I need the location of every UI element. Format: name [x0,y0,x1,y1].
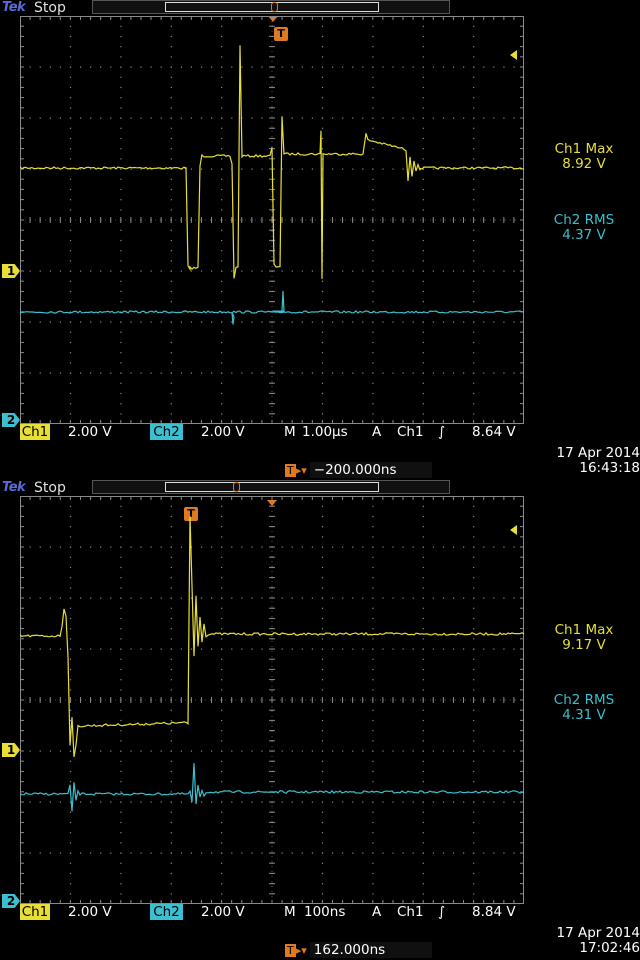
scope-capture-2: Tek Stop T 1 2 Ch1 Max 9.17 V Ch2 RMS 4.… [0,480,640,960]
ch2-badge: Ch2 [150,904,183,920]
trigger-icon: T [285,943,296,957]
settings-bar: Ch1 2.00 V Ch2 2.00 V M 100ns A Ch1 ∫ 8.… [20,904,524,920]
trigger-level-icon [510,50,517,60]
timebase: 1.00µs [302,424,348,440]
trigger-source: Ch1 [397,904,424,920]
capture-time: 17:02:46 [579,940,640,956]
measurement-ch2-rms: Ch2 RMS 4.31 V [528,693,640,723]
run-state: Stop [34,0,66,16]
grid [20,496,524,904]
trigger-mode: A [372,424,382,440]
record-view-window [165,482,379,492]
arrow-icon: ▸▾ [295,944,307,957]
ch1-scale: 2.00 V [68,424,112,440]
trigger-level: 8.64 V [472,424,516,440]
measurement-name: Ch1 Max [554,141,614,157]
timebase: 100ns [304,904,346,920]
timebase-prefix: M [284,904,296,920]
brand-logo: Tek [2,0,26,15]
measurement-value: 8.92 V [562,156,606,172]
ch2-ground-marker: 2 [2,413,20,427]
capture-date: 17 Apr 2014 [556,925,640,941]
capture-date: 17 Apr 2014 [556,445,640,461]
settings-bar: Ch1 2.00 V Ch2 2.00 V M 1.00µs A Ch1 ∫ 8… [20,424,524,440]
ch2-badge: Ch2 [150,424,183,440]
status-bar: Tek Stop [0,480,640,496]
ch1-ground-marker: 1 [2,743,20,757]
status-bar: Tek Stop [0,0,640,16]
ch2-ground-marker: 2 [2,894,20,908]
trigger-level: 8.84 V [472,904,516,920]
capture-timestamp: 17 Apr 2014 16:43:18 [528,446,640,476]
trigger-position-value: 162.000ns [309,942,432,958]
record-trigger-marker [271,2,278,12]
ch2-scale: 2.00 V [201,424,245,440]
capture-timestamp: 17 Apr 2014 17:02:46 [528,926,640,956]
trigger-position: T ▸▾ 162.000ns [285,942,432,958]
trigger-slope-icon: ∫ [438,904,446,920]
measurement-value: 4.37 V [562,227,606,243]
arrow-icon: ▸▾ [295,464,307,477]
measurement-name: Ch2 RMS [553,692,615,708]
ch2-scale: 2.00 V [201,904,245,920]
record-length-bar [92,0,450,14]
measurement-value: 9.17 V [562,637,606,653]
trigger-icon: T [285,463,296,477]
timebase-prefix: M [284,424,296,440]
scope-capture-1: Tek Stop T 1 2 Ch1 Max 8.92 V Ch2 RMS 4.… [0,0,640,480]
ch1-badge: Ch1 [20,424,50,440]
graticule [20,16,524,424]
brand-logo: Tek [2,480,26,495]
measurement-name: Ch2 RMS [553,212,615,228]
ch1-scale: 2.00 V [68,904,112,920]
trigger-mode: A [372,904,382,920]
ch1-waveform [20,45,524,279]
ch1-ground-marker: 1 [2,264,20,278]
trigger-slope-icon: ∫ [438,424,446,440]
measurement-ch1-max: Ch1 Max 8.92 V [528,142,640,172]
trigger-position: T ▸▾ −200.000ns [285,462,432,478]
trigger-position-value: −200.000ns [309,462,432,478]
measurement-ch2-rms: Ch2 RMS 4.37 V [528,213,640,243]
grid [20,16,524,424]
capture-time: 16:43:18 [579,460,640,476]
measurement-value: 4.31 V [562,707,606,723]
record-trigger-marker [233,482,240,492]
measurement-ch1-max: Ch1 Max 9.17 V [528,623,640,653]
ch2-waveform [20,763,524,812]
record-length-bar [92,480,450,494]
graticule [20,496,524,904]
run-state: Stop [34,480,66,496]
trigger-level-icon [510,525,517,535]
measurement-name: Ch1 Max [554,622,614,638]
trigger-source: Ch1 [397,424,424,440]
ch1-badge: Ch1 [20,904,50,920]
